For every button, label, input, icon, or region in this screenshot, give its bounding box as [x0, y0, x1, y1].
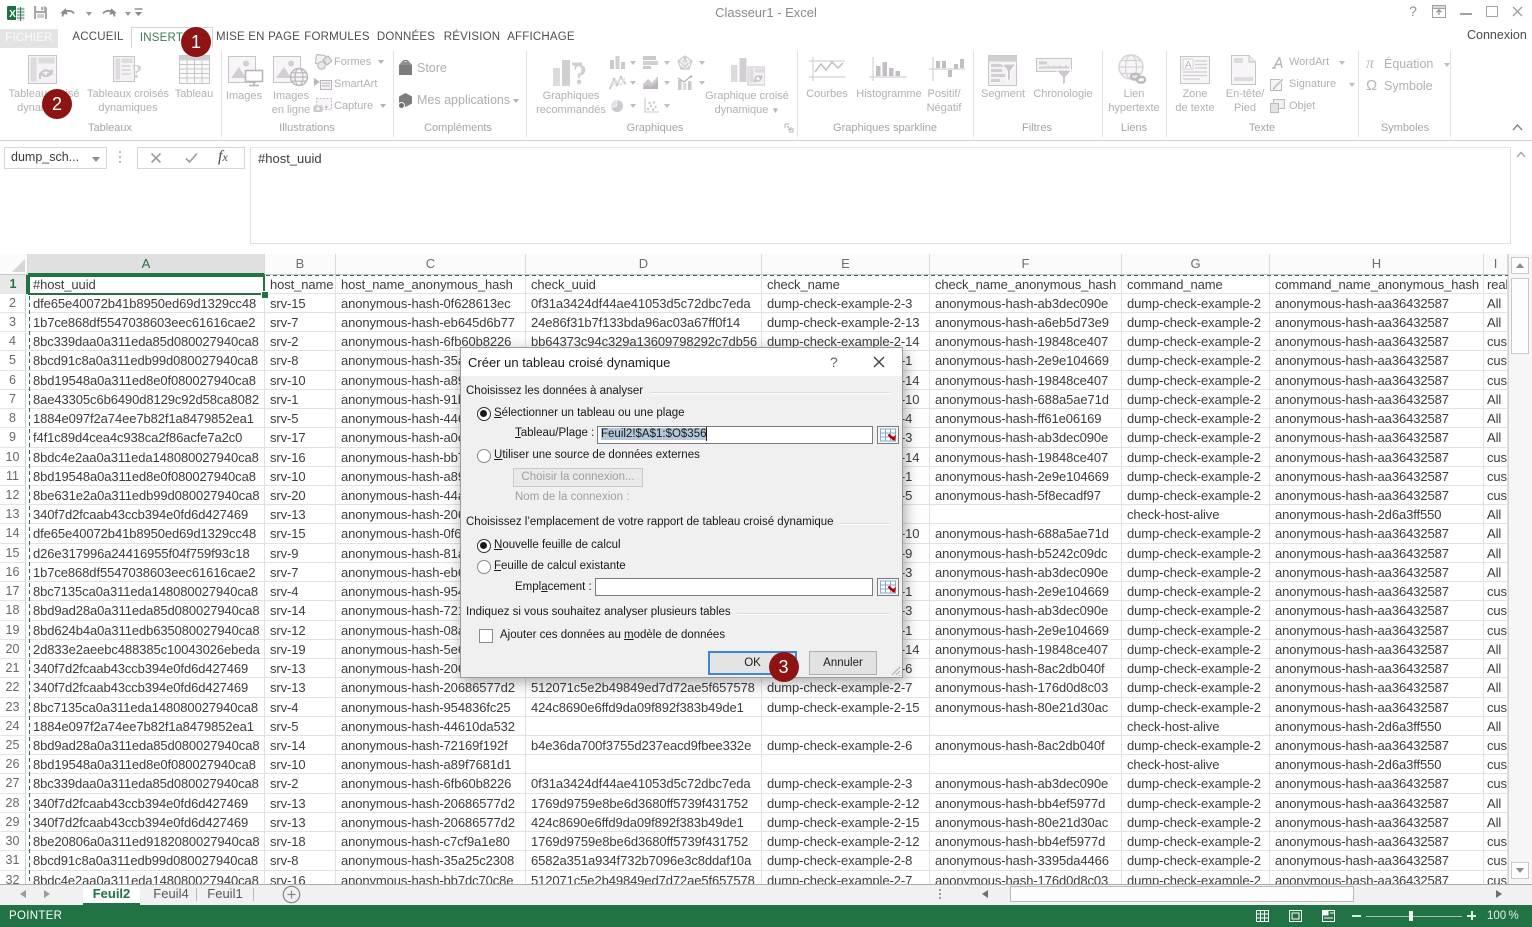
svg-text:?: ?	[573, 60, 587, 91]
svg-text:?: ?	[132, 61, 141, 83]
svg-text:A: A	[1185, 60, 1192, 71]
